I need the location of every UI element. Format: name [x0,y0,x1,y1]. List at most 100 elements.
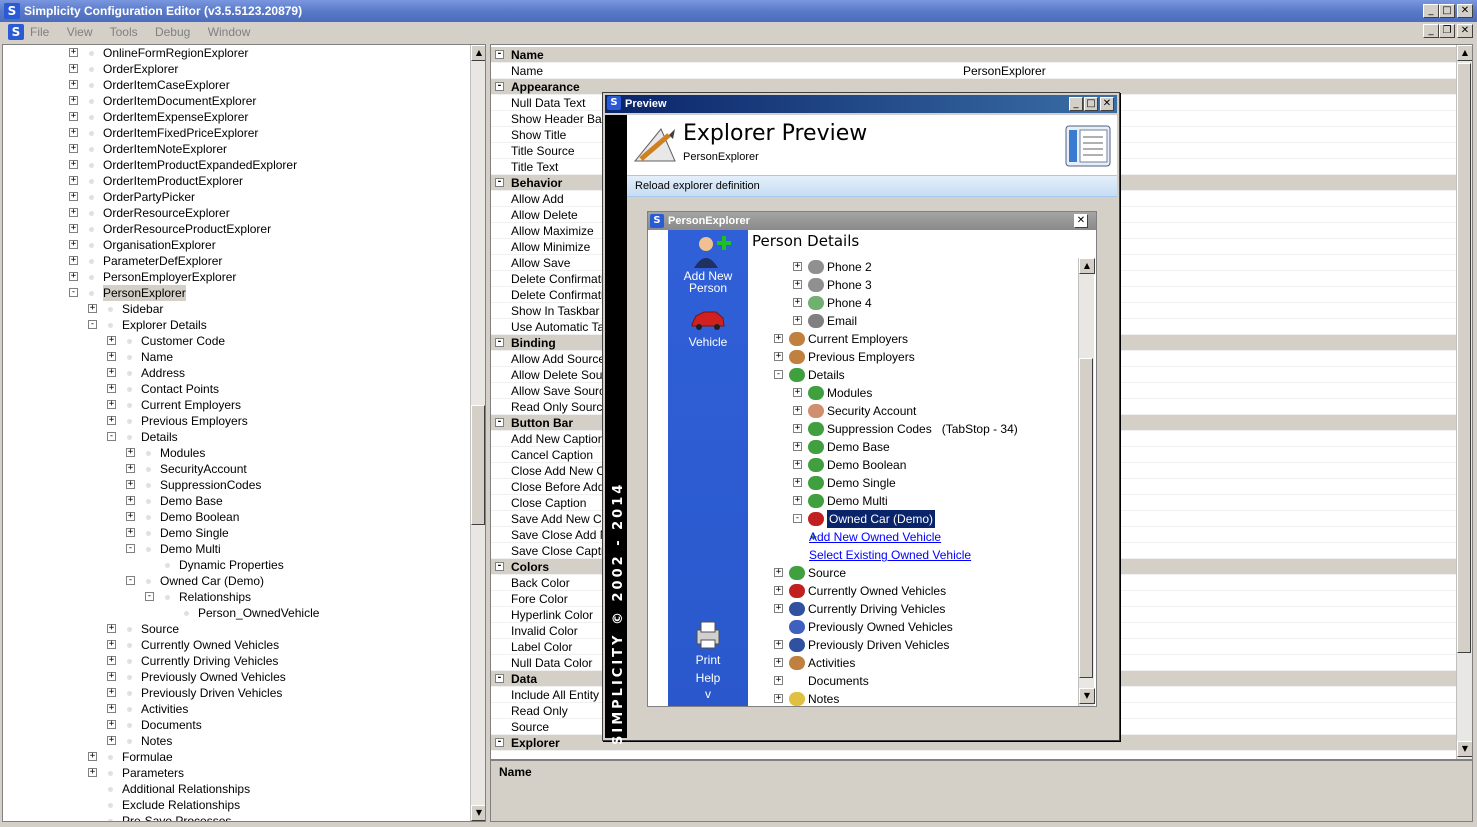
tree-node[interactable]: + Modules [3,445,469,461]
tree-scrollbar[interactable]: ▲ ▼ [470,45,485,821]
tree-node[interactable]: Pre-Save Processes [3,813,469,821]
expand-icon[interactable]: + [774,334,783,343]
tree-node[interactable]: Additional Relationships [3,781,469,797]
tree-node[interactable]: + SuppressionCodes [3,477,469,493]
expand-icon[interactable]: + [69,128,78,137]
tree-node[interactable]: + Activities [3,701,469,717]
expand-icon[interactable]: + [774,694,783,703]
tree-link[interactable]: + Add New Owned Vehicle [648,528,1076,546]
expand-icon[interactable]: + [69,160,78,169]
config-tree[interactable]: + OnlineFormRegionExplorer + OrderExplorer +… [2,44,486,822]
expand-icon[interactable]: + [107,672,116,681]
property-scrollbar[interactable]: ▲ ▼ [1456,45,1472,759]
collapse-icon[interactable]: - [495,418,504,427]
expand-icon[interactable]: + [107,368,116,377]
collapse-icon[interactable]: - [495,50,504,59]
expand-icon[interactable]: + [126,496,135,505]
collapse-icon[interactable]: - [495,674,504,683]
collapse-icon[interactable]: - [88,320,97,329]
expand-icon[interactable]: + [69,80,78,89]
explorer-tree-node[interactable]: + Source [648,564,1076,582]
explorer-tree-node[interactable]: + Previous Employers [648,348,1076,366]
expand-icon[interactable]: + [793,424,802,433]
explorer-tree-node[interactable]: + Demo Boolean [648,456,1076,474]
tree-node[interactable]: + Source [3,621,469,637]
tree-node[interactable]: + Previously Driven Vehicles [3,685,469,701]
explorer-tree-node[interactable]: + Currently Owned Vehicles [648,582,1076,600]
close-icon[interactable]: ✕ [1457,4,1473,18]
tree-node[interactable]: + Customer Code [3,333,469,349]
expand-icon[interactable]: + [793,442,802,451]
expand-icon[interactable]: + [69,112,78,121]
tree-node[interactable]: Person_OwnedVehicle [3,605,469,621]
explorer-tree-node[interactable]: + Phone 4 [648,294,1076,312]
tree-node[interactable]: + OrderResourceExplorer [3,205,469,221]
menu-tools[interactable]: Tools [110,25,138,39]
menu-debug[interactable]: Debug [155,25,190,39]
mdi-close-icon[interactable]: ✕ [1457,24,1473,38]
explorer-tree-node[interactable]: + Activities [648,654,1076,672]
tree-node[interactable]: + Address [3,365,469,381]
tree-node[interactable]: + ParameterDefExplorer [3,253,469,269]
scroll-thumb[interactable] [1079,358,1093,678]
tree-node[interactable]: + Currently Driving Vehicles [3,653,469,669]
collapse-icon[interactable]: - [793,514,802,523]
explorer-tree-node[interactable]: - Details [648,366,1076,384]
expand-icon[interactable]: + [107,400,116,409]
expand-icon[interactable]: + [107,416,116,425]
collapse-icon[interactable]: - [126,544,135,553]
tree-node[interactable]: + OrderItemExpenseExplorer [3,109,469,125]
explorer-tree-node[interactable]: + Demo Single [648,474,1076,492]
explorer-node-label[interactable]: Select Existing Owned Vehicle [809,546,971,564]
tree-node[interactable]: Dynamic Properties [3,557,469,573]
collapse-icon[interactable]: - [495,178,504,187]
collapse-icon[interactable]: - [107,432,116,441]
tree-node[interactable]: + OrderItemDocumentExplorer [3,93,469,109]
collapse-icon[interactable]: - [145,592,154,601]
window-title-bar[interactable]: S Simplicity Configuration Editor (v3.5.… [0,0,1477,22]
explorer-tree-node[interactable]: + Current Employers [648,330,1076,348]
property-row[interactable]: Name PersonExplorer [491,63,1457,79]
tree-node[interactable]: + OrderItemNoteExplorer [3,141,469,157]
preview-close-icon[interactable]: ✕ [1100,97,1114,111]
expand-icon[interactable]: + [774,568,783,577]
menu-view[interactable]: View [67,25,93,39]
expand-icon[interactable]: + [69,240,78,249]
tree-node[interactable]: + OrderResourceProductExplorer [3,221,469,237]
tree-node[interactable]: + PersonEmployerExplorer [3,269,469,285]
expand-icon[interactable]: + [69,64,78,73]
tree-node[interactable]: + Currently Owned Vehicles [3,637,469,653]
explorer-tree-node[interactable]: + Previously Driven Vehicles [648,636,1076,654]
tree-node[interactable]: + OnlineFormRegionExplorer [3,45,469,61]
tree-node[interactable]: + OrderItemProductExplorer [3,173,469,189]
expand-icon[interactable]: + [774,604,783,613]
expand-icon[interactable]: + [88,304,97,313]
tree-node[interactable]: + Name [3,349,469,365]
tree-node[interactable]: + SecurityAccount [3,461,469,477]
expand-icon[interactable]: + [793,280,802,289]
explorer-tree-node[interactable]: + Demo Multi [648,492,1076,510]
expand-icon[interactable]: + [107,352,116,361]
expand-icon[interactable]: + [774,676,783,685]
explorer-tree-node[interactable]: + Email [648,312,1076,330]
scroll-thumb[interactable] [471,405,485,525]
tree-node[interactable]: + Sidebar [3,301,469,317]
expand-icon[interactable]: + [69,48,78,57]
menu-file[interactable]: File [30,25,49,39]
mdi-restore-icon[interactable]: ❐ [1439,24,1455,38]
preview-window[interactable]: S Preview _ □ ✕ SIMPLICITY © 2002 - 2014… [602,92,1120,745]
expand-icon[interactable]: + [69,224,78,233]
explorer-tree-node[interactable]: + Phone 3 [648,276,1076,294]
explorer-tree-node[interactable]: - Owned Car (Demo) [648,510,1076,528]
tree-node[interactable]: + Demo Single [3,525,469,541]
tree-node[interactable]: - Details [3,429,469,445]
expand-icon[interactable]: + [107,704,116,713]
tree-node[interactable]: + OrderItemCaseExplorer [3,77,469,93]
preview-minimize-icon[interactable]: _ [1069,97,1083,111]
expand-icon[interactable]: + [793,262,802,271]
expand-icon[interactable]: + [793,406,802,415]
explorer-tree-node[interactable]: + Currently Driving Vehicles [648,600,1076,618]
expand-icon[interactable]: + [107,720,116,729]
expand-icon[interactable]: + [69,144,78,153]
tree-node[interactable]: - Explorer Details [3,317,469,333]
